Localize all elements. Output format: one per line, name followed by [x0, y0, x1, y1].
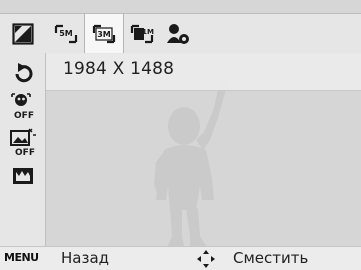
svg-text:5M: 5M — [59, 29, 73, 38]
camera-screen: 5M 3M 1M OFF OFF 1984 X 1488 MENU Назад … — [0, 0, 361, 270]
scene-mode-icon — [12, 168, 33, 184]
svg-text:1M: 1M — [142, 28, 154, 36]
back-button[interactable]: Назад — [61, 249, 109, 267]
face-detect-off-option[interactable]: OFF — [0, 89, 45, 123]
smart-auto-off-option[interactable]: OFF — [0, 125, 45, 159]
resolution-3m-option[interactable]: 3M — [84, 14, 124, 53]
resolution-5m-icon: 5M — [54, 24, 78, 43]
face-capture-icon — [167, 23, 189, 44]
face-detect-off-icon: OFF — [10, 93, 34, 120]
resolution-menu-icon[interactable] — [0, 14, 45, 53]
left-menu: OFF OFF — [0, 53, 46, 246]
resolution-5m-option[interactable]: 5M — [51, 14, 81, 53]
svg-text:3M: 3M — [97, 30, 111, 39]
rotate-icon — [15, 63, 32, 83]
svg-text:OFF: OFF — [15, 148, 35, 157]
move-button[interactable]: Сместить — [233, 249, 308, 267]
rotate-option[interactable] — [0, 59, 45, 89]
resolution-value: 1984 X 1488 — [63, 59, 175, 79]
resolution-1m-icon: 1M — [130, 24, 154, 43]
resolution-info-row: 1984 X 1488 — [46, 53, 361, 91]
resolution-1m-option[interactable]: 1M — [125, 14, 159, 53]
move-arrows-icon — [197, 250, 215, 268]
svg-text:OFF: OFF — [14, 111, 34, 120]
menu-key-label: MENU — [4, 251, 39, 264]
resolution-3m-icon: 3M — [92, 24, 116, 43]
bottom-bar: MENU Назад Сместить — [0, 246, 361, 270]
resolution-option-bar: 5M 3M 1M — [0, 13, 361, 54]
scene-mode-option[interactable] — [0, 161, 45, 191]
smart-auto-off-icon: OFF — [9, 128, 36, 157]
face-capture-option[interactable] — [160, 14, 196, 53]
